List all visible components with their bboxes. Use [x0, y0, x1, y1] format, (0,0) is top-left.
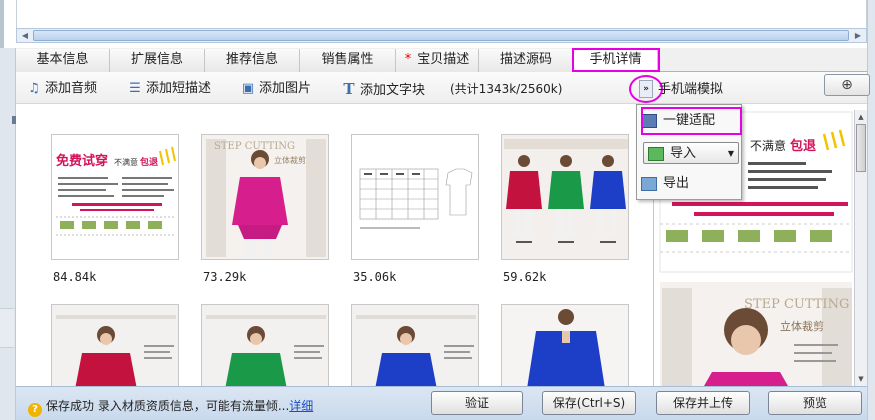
import-icon	[648, 146, 664, 161]
size-chart-image	[359, 168, 473, 229]
preview-overlay-sub: 立体裁剪	[780, 319, 824, 333]
preview-vertical-scrollbar[interactable]: ▲ ▼	[854, 110, 867, 386]
preview-promo-tag: 包退	[790, 138, 816, 154]
promo-sub: 不满意	[114, 157, 138, 167]
promo-banner-image: 免费试穿 不满意 包退	[56, 146, 176, 236]
model-blue-solo-image	[502, 305, 628, 386]
mobile-content-grid: 免费试穿 不满意 包退 84.84k STEP CUTTING 立体裁剪 73.…	[16, 104, 653, 386]
size-summary: (共计1343k/2560k)	[450, 82, 563, 96]
product-editor-window: ◀ ▶ 基本信息 扩展信息 推荐信息 销售属性 * 宝贝描述 描述源码 手机详情 …	[0, 0, 875, 420]
left-edge	[0, 0, 4, 48]
question-icon: ?	[28, 403, 42, 417]
tab-item-description[interactable]: * 宝贝描述	[396, 49, 479, 72]
promo-title: 免费试穿	[56, 153, 108, 169]
tab-sales-attributes[interactable]: 销售属性	[300, 49, 396, 72]
scroll-down-icon[interactable]: ▼	[855, 373, 867, 385]
model-red-image	[52, 305, 178, 386]
overlay-sub: 立体裁剪	[274, 155, 306, 165]
music-note-icon: ♫	[28, 81, 40, 96]
menu-item-import[interactable]: 导入 ▼	[643, 142, 739, 164]
status-message: ? 保存成功 录入材质资质信息，可能有流量倾...详细	[28, 397, 313, 417]
list-icon: ☰	[129, 81, 141, 96]
thumbnail-size-chart[interactable]	[351, 134, 479, 260]
menu-item-one-click-fit[interactable]: 一键适配	[641, 110, 715, 132]
color-trio-image	[502, 135, 628, 259]
preview-promo-sub: 不满意	[750, 138, 786, 153]
left-gutter	[0, 48, 16, 420]
thumbnail-model-red[interactable]	[51, 304, 179, 386]
thumbnail-size: 73.29k	[203, 270, 247, 284]
text-t-icon: T	[343, 80, 355, 98]
thumbnail-promo[interactable]: 免费试穿 不满意 包退	[51, 134, 179, 260]
horizontal-scroll-thumb[interactable]	[33, 30, 849, 41]
thumbnail-model-blue-solo[interactable]	[501, 304, 629, 386]
scroll-right-icon[interactable]: ▶	[851, 29, 865, 42]
model-pink-image: STEP CUTTING 立体裁剪	[202, 135, 328, 259]
add-image-button[interactable]: ▣ 添加图片	[240, 80, 311, 98]
vertical-scroll-thumb[interactable]	[856, 124, 866, 172]
expand-dropdown-menu: 一键适配 导入 ▼ 导出	[636, 104, 742, 200]
top-area: ◀ ▶	[0, 0, 875, 48]
overlay-text: STEP CUTTING	[214, 141, 295, 152]
tab-recommend-info[interactable]: 推荐信息	[205, 49, 300, 72]
required-marker: *	[404, 52, 412, 67]
promo-tag: 包退	[139, 156, 158, 168]
right-edge-strip	[867, 0, 875, 420]
export-icon	[641, 176, 657, 191]
magnifier-icon: ⊕	[841, 77, 853, 93]
tab-bar: 基本信息 扩展信息 推荐信息 销售属性 * 宝贝描述 描述源码 手机详情	[16, 48, 867, 72]
menu-item-export[interactable]: 导出	[641, 173, 689, 195]
chevron-down-icon: ▼	[727, 149, 734, 158]
status-bar: ? 保存成功 录入材质资质信息，可能有流量倾...详细 验证 保存(Ctrl+S)…	[16, 386, 867, 420]
fit-icon	[641, 113, 657, 128]
add-short-desc-button[interactable]: ☰ 添加短描述	[127, 80, 211, 98]
preview-overlay-text: STEP CUTTING	[744, 297, 849, 312]
thumbnail-model-blue[interactable]	[351, 304, 479, 386]
preview-button[interactable]: 预览	[768, 391, 862, 415]
scroll-left-icon[interactable]: ◀	[18, 29, 32, 42]
tab-mobile-details[interactable]: 手机详情	[574, 49, 658, 72]
upper-panel	[16, 0, 867, 28]
details-link[interactable]: 详细	[289, 399, 313, 413]
tab-extended-info[interactable]: 扩展信息	[110, 49, 205, 72]
thumbnail-color-trio[interactable]	[501, 134, 629, 260]
mobile-preview-title: 手机端模拟	[658, 82, 724, 97]
model-blue-image	[352, 305, 478, 386]
tab-description-source[interactable]: 描述源码	[479, 49, 574, 72]
save-and-upload-button[interactable]: 保存并上传	[656, 391, 750, 415]
thumbnail-size: 35.06k	[353, 270, 397, 284]
thumbnail-size: 84.84k	[53, 270, 97, 284]
gutter-divider	[0, 308, 14, 348]
model-green-image	[202, 305, 328, 386]
tab-basic-info[interactable]: 基本信息	[16, 49, 110, 72]
thumbnail-model-green[interactable]	[201, 304, 329, 386]
verify-button[interactable]: 验证	[431, 391, 523, 415]
image-icon: ▣	[241, 81, 255, 96]
scroll-up-icon[interactable]: ▲	[855, 111, 867, 123]
editor-toolbar: ♫ 添加音频 ☰ 添加短描述 ▣ 添加图片 T 添加文字块 (共计1343k/2560k…	[16, 72, 870, 104]
save-button[interactable]: 保存(Ctrl+S)	[542, 391, 636, 415]
zoom-button[interactable]: ⊕	[824, 74, 870, 96]
horizontal-scrollbar[interactable]: ◀ ▶	[16, 28, 867, 43]
thumbnail-size: 59.62k	[503, 270, 547, 284]
add-audio-button[interactable]: ♫ 添加音频	[26, 80, 97, 98]
add-text-block-button[interactable]: T 添加文字块	[341, 80, 425, 98]
thumbnail-model-pink[interactable]: STEP CUTTING 立体裁剪	[201, 134, 329, 260]
